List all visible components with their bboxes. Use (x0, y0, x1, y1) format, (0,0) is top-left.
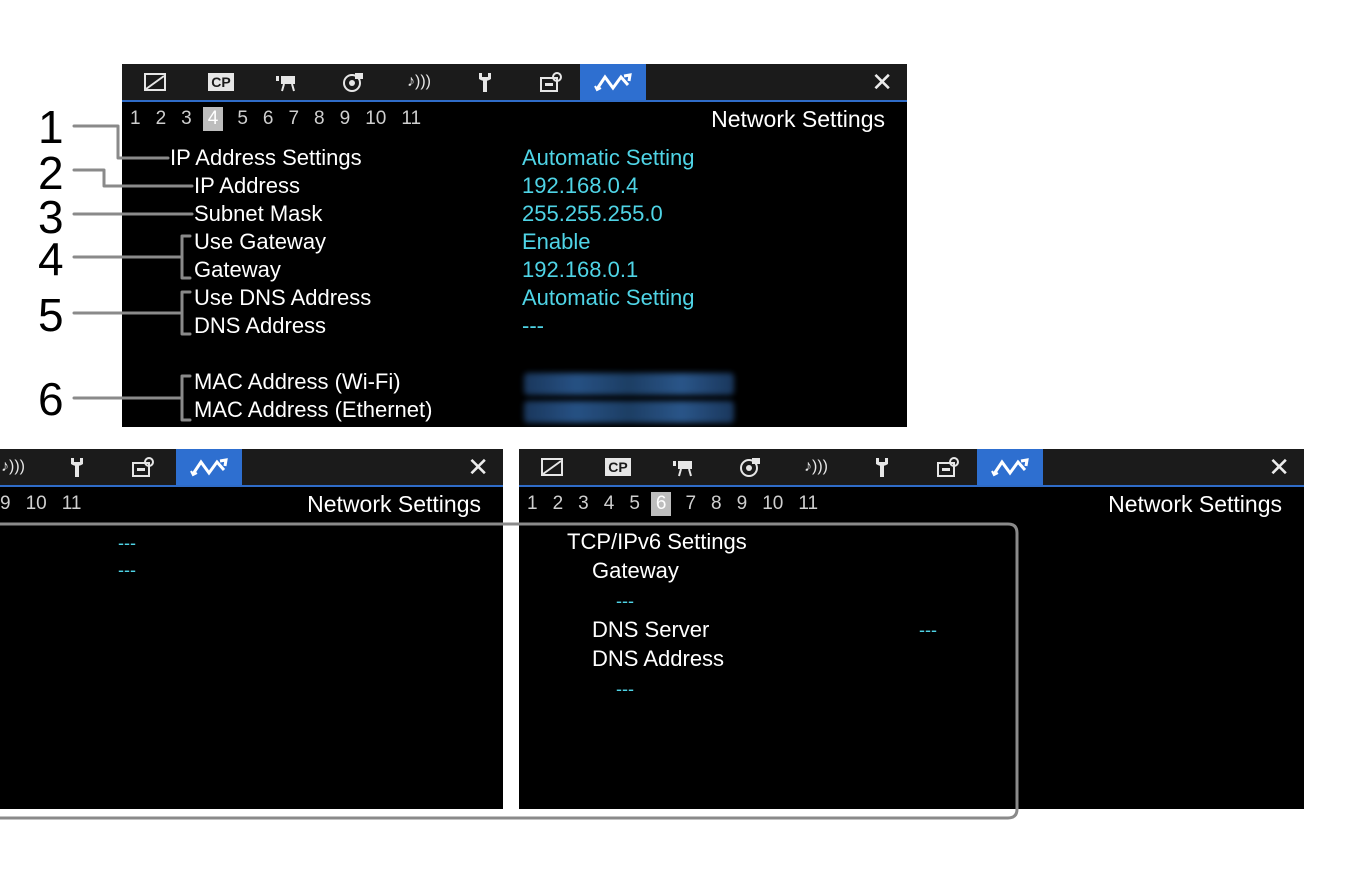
callout-line-1 (72, 124, 170, 160)
continuation-frame (0, 522, 1019, 820)
callout-lines (0, 124, 1019, 820)
callout-line-2 (72, 168, 194, 188)
bracket-6 (180, 374, 192, 422)
bracket-5 (180, 290, 192, 336)
bracket-4 (180, 234, 192, 280)
